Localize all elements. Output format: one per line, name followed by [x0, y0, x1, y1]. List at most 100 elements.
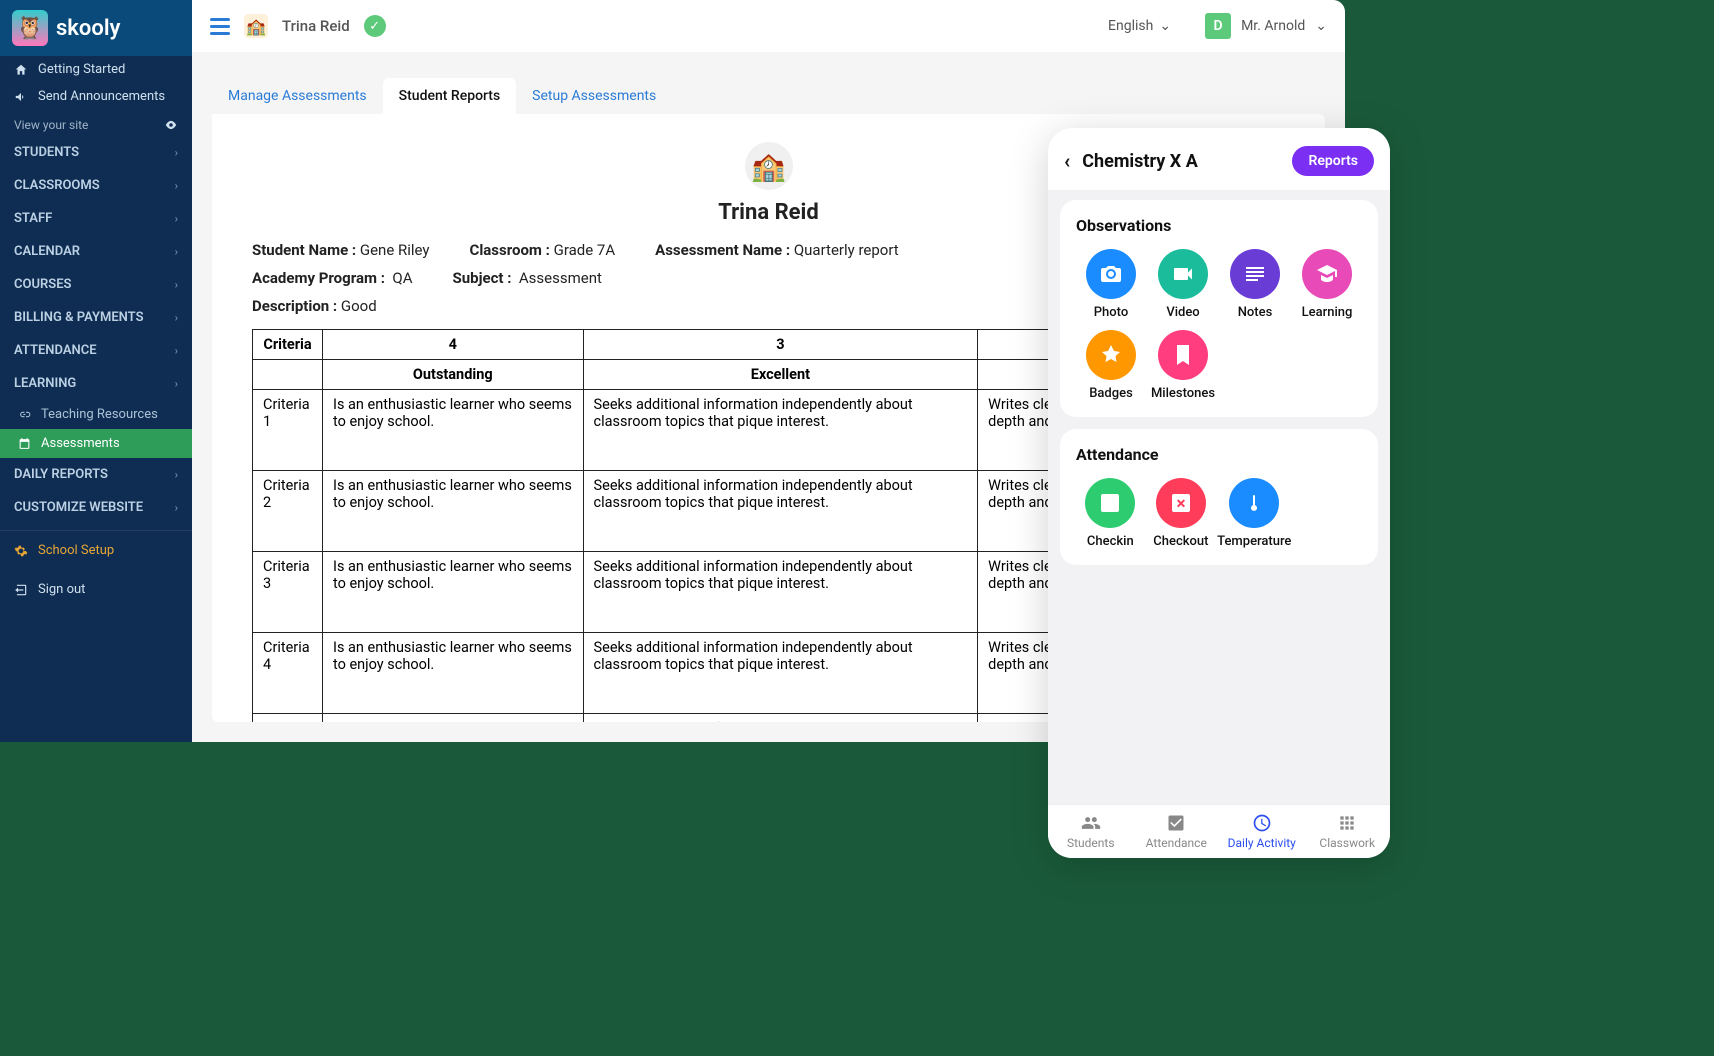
- mobile-body: Observations PhotoVideoNotesLearningBadg…: [1048, 190, 1390, 804]
- language-label: English: [1108, 18, 1153, 34]
- reports-button[interactable]: Reports: [1292, 146, 1374, 176]
- bottom-tab-students-label: Students: [1067, 836, 1115, 850]
- user-menu[interactable]: D Mr. Arnold ⌄: [1205, 13, 1327, 39]
- th-outstanding: Outstanding: [323, 360, 584, 390]
- criteria-name: Criteria: [253, 714, 323, 723]
- nav-calendar[interactable]: CALENDAR ›: [0, 235, 192, 268]
- announcements-label: Send Announcements: [38, 89, 165, 104]
- criteria-name: Criteria 4: [253, 633, 323, 714]
- photo-label: Photo: [1094, 305, 1128, 320]
- temperature-button[interactable]: Temperature: [1217, 478, 1291, 549]
- checkin-button[interactable]: Checkin: [1076, 478, 1145, 549]
- chevron-right-icon: ›: [175, 377, 178, 390]
- hamburger-button[interactable]: [210, 18, 230, 35]
- grid-icon: [1337, 813, 1357, 833]
- nav-billing[interactable]: BILLING & PAYMENTS›: [0, 301, 192, 334]
- nav-learning[interactable]: LEARNING ›: [0, 367, 192, 400]
- sign-out-link[interactable]: Sign out: [0, 570, 192, 609]
- back-button[interactable]: ‹: [1064, 149, 1070, 173]
- tab-student-reports[interactable]: Student Reports: [383, 78, 517, 114]
- verified-badge-icon: ✓: [364, 15, 386, 37]
- chevron-right-icon: ›: [175, 468, 178, 481]
- nav-learning-label: LEARNING: [14, 376, 76, 391]
- th-criteria: Criteria: [253, 330, 323, 360]
- program-value: QA: [392, 269, 412, 287]
- chevron-right-icon: ›: [175, 278, 178, 291]
- nav-billing-label: BILLING & PAYMENTS: [14, 310, 144, 325]
- subnav-teaching-resources[interactable]: Teaching Resources: [0, 400, 192, 429]
- user-name: Mr. Arnold: [1241, 18, 1305, 34]
- th-3: 3: [583, 330, 978, 360]
- subject-label: Subject :: [453, 269, 512, 287]
- bottom-tab-students[interactable]: Students: [1048, 813, 1134, 850]
- cell-3: Seeks additional information independent…: [583, 390, 978, 471]
- cell-4: Is an enthusiastic learner who seems to …: [323, 714, 584, 723]
- notes-button[interactable]: Notes: [1220, 249, 1290, 320]
- nav-attendance[interactable]: ATTENDANCE›: [0, 334, 192, 367]
- criteria-name: Criteria 2: [253, 471, 323, 552]
- view-site-link[interactable]: View your site: [0, 110, 192, 136]
- badges-label: Badges: [1089, 386, 1133, 401]
- milestones-label: Milestones: [1151, 386, 1215, 401]
- video-button[interactable]: Video: [1148, 249, 1218, 320]
- subnav-assessments-label: Assessments: [41, 436, 120, 451]
- nav-customize-website[interactable]: CUSTOMIZE WEBSITE›: [0, 491, 192, 524]
- topbar: 🏫 Trina Reid ✓ English ⌄ D Mr. Arnold ⌄: [192, 0, 1345, 52]
- nav-students[interactable]: STUDENTS›: [0, 136, 192, 169]
- th-blank: [253, 360, 323, 390]
- mobile-bottom-nav: Students Attendance Daily Activity Class…: [1048, 804, 1390, 858]
- video-icon: [1158, 249, 1208, 299]
- milestones-button[interactable]: Milestones: [1148, 330, 1218, 401]
- subject-value: Assessment: [519, 269, 602, 287]
- learning-button[interactable]: Learning: [1292, 249, 1362, 320]
- checkout-button[interactable]: Checkout: [1147, 478, 1216, 549]
- getting-started-link[interactable]: Getting Started: [0, 56, 192, 83]
- learning-label: Learning: [1302, 305, 1353, 320]
- cell-3: Seeks additional information independent…: [583, 633, 978, 714]
- tab-manage-assessments[interactable]: Manage Assessments: [212, 78, 383, 114]
- criteria-name: Criteria 1: [253, 390, 323, 471]
- nav-courses-label: COURSES: [14, 277, 71, 292]
- assessment-value: Quarterly report: [794, 241, 899, 259]
- bottom-tab-daily-activity[interactable]: Daily Activity: [1219, 813, 1305, 850]
- program-label: Academy Program :: [252, 269, 385, 287]
- mobile-title: Chemistry X A: [1082, 151, 1280, 172]
- checkin-label: Checkin: [1087, 534, 1134, 549]
- classroom-label: Classroom :: [470, 241, 550, 259]
- bottom-tab-daily-label: Daily Activity: [1228, 836, 1296, 850]
- subnav-assessments[interactable]: Assessments: [0, 429, 192, 458]
- notes-icon: [1230, 249, 1280, 299]
- chevron-down-icon: ⌄: [1315, 18, 1327, 34]
- photo-button[interactable]: Photo: [1076, 249, 1146, 320]
- home-icon: [14, 63, 28, 77]
- assessment-label: Assessment Name :: [655, 241, 790, 259]
- school-setup-link[interactable]: School Setup: [0, 530, 192, 570]
- badges-button[interactable]: Badges: [1076, 330, 1146, 401]
- temperature-label: Temperature: [1217, 534, 1291, 549]
- nav-customize-label: CUSTOMIZE WEBSITE: [14, 500, 143, 515]
- nav-daily-reports[interactable]: DAILY REPORTS›: [0, 458, 192, 491]
- gear-icon: [14, 544, 28, 558]
- bottom-tab-attendance[interactable]: Attendance: [1134, 813, 1220, 850]
- chevron-right-icon: ›: [175, 245, 178, 258]
- cell-4: Is an enthusiastic learner who seems to …: [323, 471, 584, 552]
- bottom-tab-classwork[interactable]: Classwork: [1305, 813, 1391, 850]
- language-selector[interactable]: English ⌄: [1108, 18, 1171, 34]
- cell-4: Is an enthusiastic learner who seems to …: [323, 552, 584, 633]
- tab-setup-assessments[interactable]: Setup Assessments: [516, 78, 672, 114]
- eye-icon: [164, 118, 178, 132]
- notes-label: Notes: [1238, 305, 1273, 320]
- th-4: 4: [323, 330, 584, 360]
- student-name-label: Student Name :: [252, 241, 356, 259]
- owl-logo-icon: 🦉: [12, 10, 48, 46]
- tabs-row: Manage Assessments Student Reports Setup…: [192, 52, 1345, 114]
- send-announcements-link[interactable]: Send Announcements: [0, 83, 192, 110]
- description-value: Good: [341, 297, 377, 315]
- checkin-icon: [1085, 478, 1135, 528]
- nav-staff[interactable]: STAFF›: [0, 202, 192, 235]
- chevron-right-icon: ›: [175, 179, 178, 192]
- nav-calendar-label: CALENDAR: [14, 244, 80, 259]
- megaphone-icon: [14, 90, 28, 104]
- nav-classrooms[interactable]: CLASSROOMS›: [0, 169, 192, 202]
- nav-courses[interactable]: COURSES ›: [0, 268, 192, 301]
